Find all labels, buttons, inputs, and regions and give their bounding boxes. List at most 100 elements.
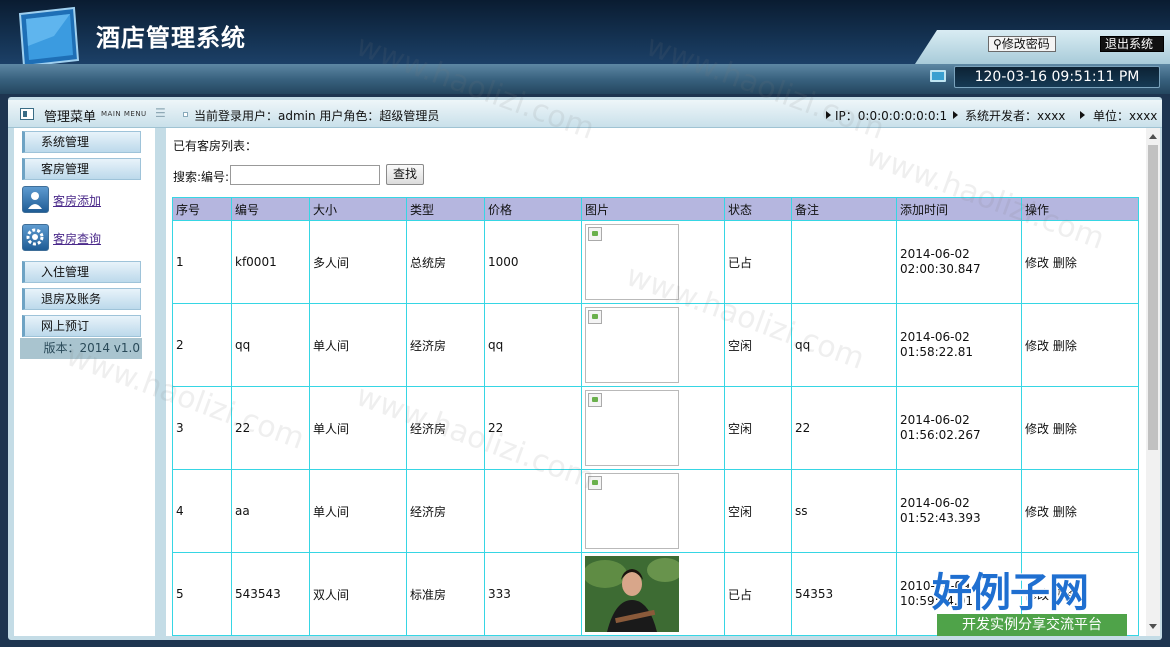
cell-code: kf0001 bbox=[231, 220, 310, 304]
cell-time: 2014-06-02 01:56:02.267 bbox=[896, 386, 1022, 470]
time-date: 2014-06-02 bbox=[900, 496, 970, 510]
room-image bbox=[585, 307, 679, 383]
person-photo-icon bbox=[585, 556, 679, 632]
cell-price: 1000 bbox=[484, 220, 582, 304]
cell-code: 543543 bbox=[231, 552, 310, 636]
cell-code: 22 bbox=[231, 386, 310, 470]
sidebar-item-query-room[interactable]: 客房查询 bbox=[53, 230, 101, 247]
column-header: 添加时间 bbox=[896, 197, 1022, 221]
edit-link[interactable]: 修改 bbox=[1025, 422, 1049, 436]
table-row: 2 qq 单人间 经济房 qq 空闲 qq 2014-06-02 01:58:22… bbox=[172, 303, 1139, 387]
cell-type: 经济房 bbox=[406, 469, 485, 553]
scroll-down-icon[interactable] bbox=[1149, 624, 1157, 629]
delete-link[interactable]: 删除 bbox=[1053, 422, 1077, 436]
cell-image bbox=[581, 220, 725, 304]
cell-note: ss bbox=[791, 469, 897, 553]
column-header: 操作 bbox=[1021, 197, 1139, 221]
cell-price: 333 bbox=[484, 552, 582, 636]
time-clock: 01:58:22.81 bbox=[900, 345, 973, 359]
sidebar-item-checkin[interactable]: 入住管理 bbox=[22, 261, 141, 283]
cell-price: qq bbox=[484, 303, 582, 387]
cell-image bbox=[581, 303, 725, 387]
change-password-label: 修改密码 bbox=[1001, 37, 1050, 51]
delete-link[interactable]: 删除 bbox=[1053, 256, 1077, 270]
scrollbar-thumb[interactable] bbox=[1148, 145, 1158, 450]
current-user-info: 当前登录用户：admin 用户角色：超级管理员 bbox=[194, 109, 440, 123]
time-date: 2014-06-02 bbox=[900, 413, 970, 427]
cell-size: 单人间 bbox=[309, 303, 407, 387]
arrow-right-icon bbox=[1080, 111, 1085, 119]
search-button[interactable]: 查找 bbox=[386, 164, 424, 185]
cell-image bbox=[581, 469, 725, 553]
change-password-button[interactable]: ⚲修改密码 bbox=[988, 36, 1056, 52]
cell-note: qq bbox=[791, 303, 897, 387]
sidebar-item-checkout[interactable]: 退房及账务 bbox=[22, 288, 141, 310]
room-photo bbox=[585, 556, 679, 632]
edit-link[interactable]: 修改 bbox=[1025, 505, 1049, 519]
developer-info: 系统开发者：xxxx bbox=[965, 109, 1066, 123]
clock-display: 120-03-16 09:51:11 PM bbox=[954, 66, 1160, 88]
cell-image bbox=[581, 386, 725, 470]
broken-image-icon bbox=[588, 227, 602, 241]
cell-actions: 修改 删除 bbox=[1021, 220, 1139, 304]
app-title: 酒店管理系统 bbox=[96, 23, 246, 52]
cell-time: 2014-06-02 02:00:30.847 bbox=[896, 220, 1022, 304]
table-row: 3 22 单人间 经济房 22 空闲 22 2014-06-02 01:56:02… bbox=[172, 386, 1139, 470]
logout-button[interactable]: 退出系统 bbox=[1100, 36, 1164, 52]
column-header: 状态 bbox=[724, 197, 792, 221]
delete-link[interactable]: 删除 bbox=[1053, 339, 1077, 353]
key-icon: ⚲ bbox=[993, 37, 1002, 51]
query-room-icon[interactable] bbox=[22, 224, 49, 251]
scroll-up-icon[interactable] bbox=[1149, 134, 1157, 139]
site-stamp-subtitle: 开发实例分享交流平台 bbox=[937, 614, 1127, 636]
column-header: 图片 bbox=[581, 197, 725, 221]
sidebar-item-rooms[interactable]: 客房管理 bbox=[22, 158, 141, 180]
table-row: 1 kf0001 多人间 总统房 1000 已占 2014-06-02 02:00… bbox=[172, 220, 1139, 304]
cell-price: 22 bbox=[484, 386, 582, 470]
version-label: 版本：2014 v1.0 bbox=[20, 338, 142, 359]
cell-price bbox=[484, 469, 582, 553]
time-clock: 02:00:30.847 bbox=[900, 262, 981, 276]
add-room-icon[interactable] bbox=[22, 186, 49, 213]
cell-type: 总统房 bbox=[406, 220, 485, 304]
user-add-icon bbox=[28, 192, 42, 209]
broken-image-icon bbox=[588, 393, 602, 407]
broken-image-icon bbox=[588, 476, 602, 490]
cell-note: 22 bbox=[791, 386, 897, 470]
sidebar-item-booking[interactable]: 网上预订 bbox=[22, 315, 141, 337]
time-date: 2014-06-02 bbox=[900, 247, 970, 261]
cell-type: 经济房 bbox=[406, 386, 485, 470]
cell-type: 经济房 bbox=[406, 303, 485, 387]
cell-image bbox=[581, 552, 725, 636]
column-header: 编号 bbox=[231, 197, 310, 221]
cell-size: 多人间 bbox=[309, 220, 407, 304]
menu-subtitle: MAIN MENU bbox=[101, 110, 147, 118]
unit-info: 单位：xxxx bbox=[1093, 109, 1158, 123]
sidebar-item-system[interactable]: 系统管理 bbox=[22, 131, 141, 153]
site-stamp-title: 好例子网 bbox=[932, 570, 1089, 616]
edit-link[interactable]: 修改 bbox=[1025, 339, 1049, 353]
cell-size: 单人间 bbox=[309, 469, 407, 553]
cell-actions: 修改 删除 bbox=[1021, 386, 1139, 470]
room-image bbox=[585, 224, 679, 300]
cell-time: 2014-06-02 01:52:43.393 bbox=[896, 469, 1022, 553]
column-header: 价格 bbox=[484, 197, 582, 221]
cell-code: qq bbox=[231, 303, 310, 387]
room-image bbox=[585, 473, 679, 549]
cell-actions: 修改 删除 bbox=[1021, 303, 1139, 387]
edit-link[interactable]: 修改 bbox=[1025, 256, 1049, 270]
list-title: 已有客房列表： bbox=[173, 139, 258, 153]
cell-status: 已占 bbox=[724, 552, 792, 636]
column-header: 备注 bbox=[791, 197, 897, 221]
cell-status: 已占 bbox=[724, 220, 792, 304]
delete-link[interactable]: 删除 bbox=[1053, 505, 1077, 519]
cell-size: 双人间 bbox=[309, 552, 407, 636]
column-header: 类型 bbox=[406, 197, 485, 221]
search-label: 搜索:编号: bbox=[173, 170, 230, 184]
cell-actions: 修改 删除 bbox=[1021, 469, 1139, 553]
table-header-row: 序号 编号 大小 类型 价格 图片 状态 备注 添加时间 操作 bbox=[172, 197, 1139, 221]
sidebar-item-add-room[interactable]: 客房添加 bbox=[53, 192, 101, 209]
search-input[interactable] bbox=[230, 165, 380, 185]
column-header: 序号 bbox=[172, 197, 232, 221]
cell-index: 5 bbox=[172, 552, 232, 636]
